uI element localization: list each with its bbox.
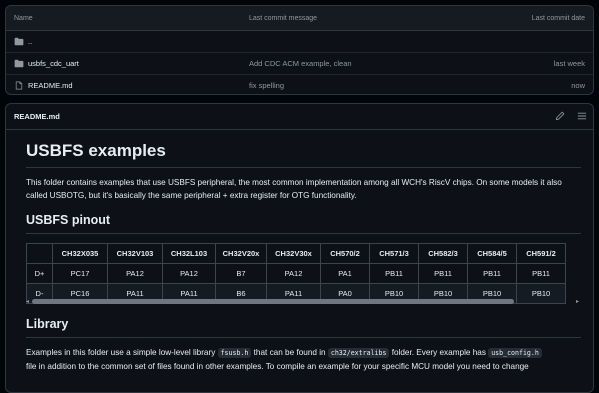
table-header-cell: CH32V30x [266,243,321,264]
table-cell: PC17 [52,263,108,284]
pinout-heading: USBFS pinout [26,212,581,234]
table-cell: PB11 [467,263,517,284]
file-list: Name Last commit message Last commit dat… [5,5,594,95]
library-text: Examples in this folder use a simple low… [26,348,218,357]
outline-list-icon[interactable] [577,111,587,121]
commit-date: last week [553,59,585,68]
readme-header: README.md [6,104,593,130]
file-list-header: Name Last commit message Last commit dat… [6,6,593,31]
readme-actions [555,111,587,121]
library-text: file in addition to the common set of fi… [26,362,529,371]
pinout-table: CH32X035 CH32V103 CH32L103 CH32V20x CH32… [26,243,566,304]
scrollbar-thumb[interactable] [32,299,514,304]
library-heading: Library [26,316,581,338]
file-icon [15,81,23,90]
table-header-row: CH32X035 CH32V103 CH32L103 CH32V20x CH32… [26,243,566,264]
table-header-cell: CH32V20x [215,243,267,264]
readme-heading: USBFS examples [26,141,581,168]
library-paragraph: Examples in this folder use a simple low… [26,346,581,373]
inline-code: usb_config.h [488,348,542,358]
column-commit-date: Last commit date [531,14,585,22]
table-header-cell: CH32X035 [52,243,108,264]
library-text: folder. Every example has [389,348,489,357]
edit-pencil-icon[interactable] [555,111,565,121]
file-row[interactable]: README.md fix spelling now [6,75,593,94]
commit-message[interactable]: fix spelling [249,81,284,90]
column-name: Name [14,14,33,22]
readme-title[interactable]: README.md [14,112,60,121]
table-cell: PA12 [162,263,216,284]
table-cell: PB11 [369,263,419,284]
library-text: that can be found in [251,348,328,357]
column-commit-message: Last commit message [249,14,318,22]
markdown-body: USBFS examples This folder contains exam… [26,141,581,373]
file-name[interactable]: README.md [28,81,73,90]
table-cell: PA12 [107,263,163,284]
table-header-cell: CH32V103 [107,243,163,264]
scroll-right-arrow-icon[interactable]: ▸ [576,298,579,305]
table-header-cell: CH584/5 [467,243,517,264]
folder-icon [14,59,24,68]
inline-code: fsusb.h [217,348,252,358]
table-cell: B7 [215,263,267,284]
table-cell: PB11 [418,263,468,284]
scroll-left-arrow-icon[interactable]: ◂ [26,298,29,305]
readme-panel: README.md USBFS examples This folder con… [5,103,594,393]
table-header-cell: CH32L103 [162,243,216,264]
table-header-cell: CH571/3 [369,243,419,264]
inline-code: ch32/extralibs [327,348,390,358]
table-cell: PA12 [266,263,321,284]
file-name[interactable]: usbfs_cdc_uart [28,59,79,68]
table-header-cell: CH591/2 [516,243,566,264]
file-name[interactable]: .. [28,37,32,46]
table-cell: D+ [26,263,53,284]
table-header-cell: CH570/2 [320,243,370,264]
commit-date: now [571,81,585,90]
table-row: D+ PC17 PA12 PA12 B7 PA12 PA1 PB11 PB11 … [26,263,566,284]
table-header-cell: CH582/3 [418,243,468,264]
pinout-table-container[interactable]: CH32X035 CH32V103 CH32L103 CH32V20x CH32… [26,243,579,305]
intro-paragraph: This folder contains examples that use U… [26,178,562,200]
table-cell: PB11 [516,263,566,284]
commit-message[interactable]: Add CDC ACM example, clean [249,59,352,68]
table-horizontal-scrollbar[interactable]: ◂ ▸ [26,298,579,305]
file-row[interactable]: usbfs_cdc_uart Add CDC ACM example, clea… [6,53,593,75]
file-row-parent[interactable]: .. [6,31,593,53]
table-cell: PA1 [320,263,370,284]
table-header-cell [26,243,53,264]
folder-icon [14,37,24,46]
